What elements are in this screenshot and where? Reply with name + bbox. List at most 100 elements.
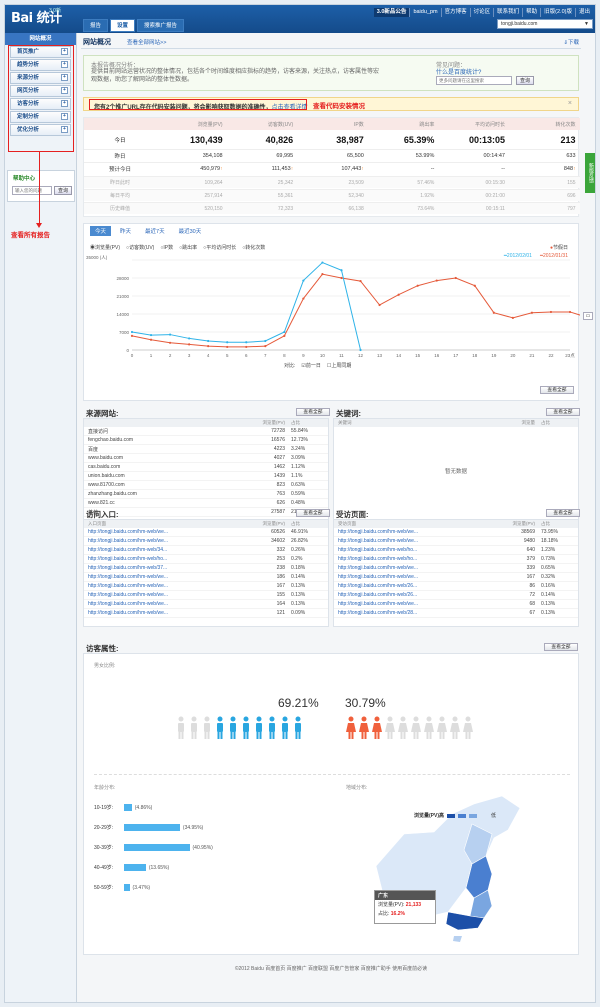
data-point[interactable] [188,343,191,346]
data-point[interactable] [568,310,572,314]
data-point[interactable] [283,334,286,337]
expand-icon[interactable]: + [61,74,68,81]
entries-row[interactable]: http://tongji.baidu.com/hm-web/we... 167 0… [84,582,328,591]
data-point[interactable] [435,279,438,282]
age-bar[interactable] [124,844,190,851]
entries-row[interactable]: http://tongji.baidu.com/hm-web/ho... 253 0… [84,555,328,564]
expand-icon[interactable]: + [61,61,68,68]
data-point[interactable] [473,284,476,287]
entries-name[interactable]: http://tongji.baidu.com/hm-web/we... [84,574,248,580]
expand-icon[interactable]: + [61,100,68,107]
entries-view-all[interactable]: 查看全部 [296,509,330,517]
pages-name[interactable]: http://tongji.baidu.com/hm-web/ho... [334,556,498,562]
sources-row[interactable]: 直接访问 72728 55.84% [84,427,328,436]
pages-name[interactable]: http://tongji.baidu.com/hm-web/ho... [334,547,498,553]
userbar-link[interactable]: 3.0新品公告 [373,8,410,17]
data-point[interactable] [416,284,419,287]
sources-row[interactable]: www.821.cc 626 0.48% [84,499,328,508]
sources-row[interactable]: zhanzhang.baidu.com 763 0.59% [84,490,328,499]
expand-icon[interactable]: + [61,87,68,94]
pages-row[interactable]: http://tongji.baidu.com/hm-web/we... 167 0… [334,573,578,582]
entries-name[interactable]: http://tongji.baidu.com/hm-web/we... [84,583,248,589]
data-point[interactable] [397,293,400,296]
data-point[interactable] [245,345,248,349]
expand-icon[interactable]: + [61,126,68,133]
metric-option[interactable]: ○平均访问时长 [203,244,236,251]
userbar-link[interactable]: 官方博客 [440,8,470,17]
entries-row[interactable]: http://tongji.baidu.com/hm-web/37... 238 0… [84,564,328,573]
pages-name[interactable]: http://tongji.baidu.com/hm-web/we... [334,538,498,544]
data-point[interactable] [340,269,343,272]
metric-option[interactable]: ○访客数(UV) [126,244,154,251]
data-point[interactable] [302,297,305,300]
entries-name[interactable]: http://tongji.baidu.com/hm-web/we... [84,529,248,535]
userbar-link[interactable]: baidu_pm [409,8,440,17]
userbar-link[interactable]: 旧版(2.0)版 [540,8,575,17]
metric-option[interactable]: ◉浏览量(PV) [90,244,120,251]
sources-row[interactable]: www.baidu.com 4027 3.09% [84,454,328,463]
site-selector[interactable]: tongji.baidu.com ▼ [497,19,593,29]
data-point[interactable] [207,339,210,343]
sources-row[interactable]: union.baidu.com 1439 1.1% [84,472,328,481]
sidebar-head[interactable]: 网站概况 [5,33,76,45]
series-line[interactable] [131,273,580,348]
sources-row[interactable]: 百度 4223 3.24% [84,445,328,454]
pages-name[interactable]: http://tongji.baidu.com/hm-web/we... [334,574,498,580]
entries-row[interactable]: http://tongji.baidu.com/hm-web/34... 332 0… [84,546,328,555]
feedback-side-tab[interactable]: 新版反馈 [585,153,595,193]
userbar-link[interactable]: 联系我们 [493,8,522,17]
compare-prev-day[interactable]: ☑前一日 [301,362,321,369]
data-point[interactable] [549,310,553,314]
pages-name[interactable]: http://tongji.baidu.com/hm-web/26... [334,583,498,589]
data-point[interactable] [511,316,514,319]
baidu-tongji-logo[interactable]: Bai 统计 3.0新 [11,7,75,31]
metric-option[interactable]: ○转化次数 [242,244,265,251]
pages-name[interactable]: http://tongji.baidu.com/hm-web/we... [334,601,498,607]
metric-option[interactable]: ○跳出率 [179,244,197,251]
pages-row[interactable]: http://tongji.baidu.com/hm-web/26... 72 0.… [334,591,578,600]
pages-row[interactable]: http://tongji.baidu.com/hm-web/ho... 379 0… [334,555,578,564]
pages-name[interactable]: http://tongji.baidu.com/hm-web/we... [334,529,498,535]
sources-view-all[interactable]: 查看全部 [296,408,330,416]
help-search-button[interactable]: 查询 [54,186,72,195]
data-point[interactable] [149,333,153,337]
pages-view-all[interactable]: 查看全部 [546,509,580,517]
data-point[interactable] [492,311,495,314]
sources-row[interactable]: 其他2758721.18% [84,508,328,517]
tab-yesterday[interactable]: 昨天 [115,226,136,236]
data-point[interactable] [188,337,191,340]
faq-search-input[interactable] [436,76,512,85]
pages-row[interactable]: http://tongji.baidu.com/hm-web/we... 9480… [334,537,578,546]
data-point[interactable] [130,330,134,334]
tab-report[interactable]: 报告 [83,19,109,32]
userbar-link[interactable]: 讨论区 [469,8,494,17]
faq-search-button[interactable]: 查询 [516,76,534,85]
age-bar[interactable] [124,864,146,871]
series-line[interactable] [131,261,362,351]
keywords-view-all[interactable]: 查看全部 [546,408,580,416]
data-point[interactable] [378,303,381,307]
sidebar-item-trend[interactable]: 趋势分析 + [10,59,71,71]
entries-name[interactable]: http://tongji.baidu.com/hm-web/we... [84,601,248,607]
entries-row[interactable]: http://tongji.baidu.com/hm-web/we... 155 0… [84,591,328,600]
pages-row[interactable]: http://tongji.baidu.com/hm-web/26... 86 0.… [334,582,578,591]
data-point[interactable] [340,276,343,280]
close-icon[interactable]: × [568,100,572,107]
pages-name[interactable]: http://tongji.baidu.com/hm-web/26... [334,592,498,598]
tab-today[interactable]: 今天 [90,226,112,236]
entries-name[interactable]: http://tongji.baidu.com/hm-web/we... [84,538,248,544]
age-bar[interactable] [124,804,132,811]
view-all-button[interactable]: 查看全部 [540,386,574,394]
data-point[interactable] [245,341,248,344]
tab-settings[interactable]: 设置 [110,19,136,32]
tab-last30[interactable]: 最近30天 [174,226,207,236]
sources-row[interactable]: fengchao.baidu.com 16576 12.73% [84,436,328,445]
data-point[interactable] [226,341,229,344]
entries-row[interactable]: http://tongji.baidu.com/hm-web/we... 121 0… [84,609,328,618]
entries-row[interactable]: http://tongji.baidu.com/hm-web/we... 164 0… [84,600,328,609]
data-point[interactable] [207,345,210,348]
data-point[interactable] [130,334,134,337]
faq-link[interactable]: 什么是百度统计? [436,67,481,76]
sidebar-item-visitors[interactable]: 访客分析 + [10,98,71,110]
entries-row[interactable]: http://tongji.baidu.com/hm-web/we... 3460… [84,537,328,546]
